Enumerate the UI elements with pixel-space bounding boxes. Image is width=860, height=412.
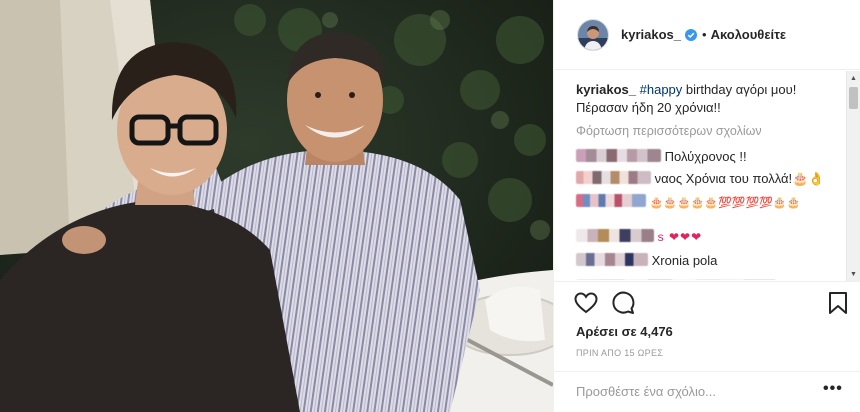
bookmark-icon[interactable] <box>825 290 851 316</box>
caption-username[interactable]: kyriakos_ <box>576 82 636 97</box>
blurred-username[interactable] <box>576 149 661 162</box>
scrollbar-thumb[interactable] <box>849 87 858 109</box>
load-more-comments[interactable]: Φόρτωση περισσότερων σχολίων <box>576 124 762 138</box>
add-comment-section: Προσθέστε ένα σχόλιο... ••• <box>554 371 860 412</box>
post-timestamp[interactable]: ΠΡΙΝ ΑΠΟ 15 ΩΡΕΣ <box>576 348 663 358</box>
avatar[interactable] <box>577 18 609 51</box>
more-options-icon[interactable]: ••• <box>823 380 843 398</box>
comment-row: Xronia pola <box>576 253 717 269</box>
photo-illustration <box>0 0 553 412</box>
comment-text: ναος Χρόνια του πολλά!🎂👌 <box>654 171 825 186</box>
comments-section: kyriakos_ #happy birthday αγόρι μου! Πέρ… <box>554 70 860 280</box>
comment-text: s ❤❤❤ <box>657 230 703 244</box>
likes-count[interactable]: Αρέσει σε 4,476 <box>576 324 673 339</box>
comment-row: Πολύχρονος !! <box>576 149 747 165</box>
blurred-username[interactable] <box>576 194 646 207</box>
comment-text: Xronia pola <box>651 253 718 268</box>
comments-scrollbar[interactable]: ▲ ▼ <box>846 71 860 281</box>
comment-icon[interactable] <box>610 290 636 316</box>
comment-text: 🎂🎂🎂🎂🎂💯💯💯💯🎂🎂 <box>649 197 801 209</box>
heart-icon[interactable] <box>573 290 599 316</box>
comment-row: s ❤❤❤ <box>576 229 702 245</box>
post-header: kyriakos_ • Ακολουθείτε <box>554 0 860 70</box>
comment-text: Πολύχρονος !! <box>664 149 747 164</box>
scroll-up-arrow-icon[interactable]: ▲ <box>847 71 860 85</box>
side-panel: kyriakos_ • Ακολουθείτε kyriakos_ #happy… <box>553 0 860 412</box>
caption-hashtag[interactable]: #happy <box>640 82 683 97</box>
blurred-username[interactable] <box>576 171 651 184</box>
comment-row: ναος Χρόνια του πολλά!🎂👌 <box>576 171 825 187</box>
blurred-username[interactable] <box>576 229 654 242</box>
post-caption: kyriakos_ #happy birthday αγόρι μου! Πέρ… <box>576 81 831 117</box>
following-button[interactable]: Ακολουθείτε <box>711 27 787 42</box>
avatar-image <box>578 19 608 50</box>
comment-input[interactable]: Προσθέστε ένα σχόλιο... <box>576 384 716 399</box>
comment-row-partial <box>576 273 776 280</box>
instagram-post: kyriakos_ • Ακολουθείτε kyriakos_ #happy… <box>0 0 860 412</box>
comment-row: 🎂🎂🎂🎂🎂💯💯💯💯🎂🎂 <box>576 194 800 211</box>
post-actions: Αρέσει σε 4,476 ΠΡΙΝ ΑΠΟ 15 ΩΡΕΣ <box>554 281 860 371</box>
scroll-down-arrow-icon[interactable]: ▼ <box>847 267 860 281</box>
username-link[interactable]: kyriakos_ <box>621 27 681 42</box>
blurred-username[interactable] <box>576 253 648 266</box>
post-photo[interactable] <box>0 0 553 412</box>
verified-badge-icon <box>685 28 697 41</box>
separator-dot: • <box>702 27 707 42</box>
